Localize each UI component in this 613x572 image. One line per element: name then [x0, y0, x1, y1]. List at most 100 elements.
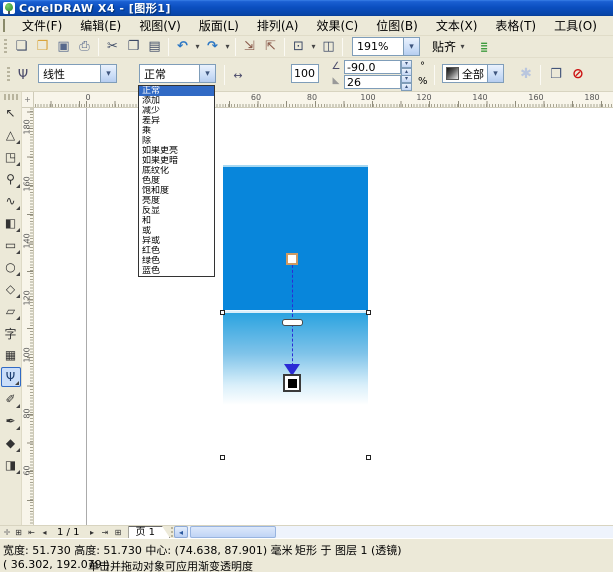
transparency-type-arrow-icon[interactable] — [100, 65, 116, 82]
transparency-start-handle[interactable] — [286, 253, 298, 265]
polygon-tool[interactable]: ◇ — [1, 279, 21, 299]
edge-pad-spin-up-icon[interactable]: ▴ — [401, 83, 412, 91]
shape-tool[interactable]: △ — [1, 125, 21, 145]
print-button[interactable]: ⎙ — [75, 38, 94, 56]
transparency-target-combo[interactable]: 全部 — [442, 64, 504, 83]
dropdown-item[interactable]: 红色 — [139, 246, 214, 256]
paste-button[interactable]: ▤ — [145, 38, 164, 56]
menu-item-effects[interactable]: 效果(C) — [307, 15, 367, 37]
edge-pad-field[interactable] — [344, 75, 401, 89]
new-button[interactable]: ❏ — [12, 38, 31, 56]
interactive-fill-tool[interactable]: ◨ — [1, 455, 21, 475]
freeze-transparency-icon[interactable]: ✱ — [516, 64, 536, 84]
dropdown-item[interactable]: 蓝色 — [139, 266, 214, 276]
dropdown-item[interactable]: 添加 — [139, 96, 214, 106]
fill-tool[interactable]: ◆ — [1, 433, 21, 453]
transparency-operation-combo[interactable]: 正常 — [139, 64, 216, 83]
welcome-screen-button[interactable]: ◫ — [319, 38, 338, 56]
pick-tool[interactable]: ↖ — [1, 103, 21, 123]
dropdown-item[interactable]: 乘 — [139, 126, 214, 136]
redo-button[interactable]: ↷ — [203, 38, 222, 56]
edit-transparency-icon[interactable]: Ψ — [13, 65, 33, 85]
transparency-target-arrow-icon[interactable] — [487, 65, 503, 82]
blue-rectangle[interactable] — [223, 165, 368, 312]
crop-tool[interactable]: ◳ — [1, 147, 21, 167]
vertical-ruler[interactable]: 1801601401201008060 — [22, 108, 34, 525]
dropdown-item[interactable]: 色度 — [139, 176, 214, 186]
transparency-type-combo[interactable]: 线性 — [38, 64, 117, 83]
redo-caret-icon[interactable] — [223, 38, 232, 56]
dropdown-item[interactable]: 减少 — [139, 106, 214, 116]
dropdown-item[interactable]: 亮度 — [139, 196, 214, 206]
drawing-scale-icon[interactable]: ✛ — [2, 528, 12, 537]
selection-handle-top-left[interactable] — [220, 310, 225, 315]
add-page-after-button[interactable]: ⊞ — [111, 528, 124, 537]
zoom-combo-arrow-icon[interactable] — [403, 38, 419, 55]
text-tool[interactable]: 字 — [1, 323, 21, 343]
copy-button[interactable]: ❐ — [124, 38, 143, 56]
copy-transparency-icon[interactable]: ❐ — [546, 64, 566, 84]
midpoint-value-field[interactable] — [291, 64, 319, 83]
menu-item-edit[interactable]: 编辑(E) — [71, 15, 130, 37]
dropdown-item[interactable]: 反显 — [139, 206, 214, 216]
zoom-tool[interactable]: ⚲ — [1, 169, 21, 189]
last-page-button[interactable]: ⇥ — [98, 528, 111, 537]
cut-button[interactable]: ✂ — [103, 38, 122, 56]
dropdown-item[interactable]: 如果更亮 — [139, 146, 214, 156]
menu-item-view[interactable]: 视图(V) — [130, 15, 190, 37]
dropdown-item[interactable]: 饱和度 — [139, 186, 214, 196]
export-button[interactable]: ⇱ — [261, 38, 280, 56]
selection-handle-bottom-left[interactable] — [220, 455, 225, 460]
zoom-level-combo[interactable]: 191% — [352, 37, 420, 56]
selection-handle-top-right[interactable] — [366, 310, 371, 315]
menu-item-bitmaps[interactable]: 位图(B) — [367, 15, 427, 37]
dropdown-item[interactable]: 底纹化 — [139, 166, 214, 176]
dropdown-item[interactable]: 除 — [139, 136, 214, 146]
dropdown-item[interactable]: 或 — [139, 226, 214, 236]
rectangle-tool[interactable]: ▭ — [1, 235, 21, 255]
dropdown-item[interactable]: 和 — [139, 216, 214, 226]
app-launcher-caret-icon[interactable] — [309, 38, 318, 56]
menu-item-file[interactable]: 文件(F) — [13, 15, 71, 37]
snap-to-button[interactable]: 贴齐 — [430, 38, 458, 55]
scroll-left-button[interactable]: ◂ — [174, 526, 188, 538]
smart-fill-tool[interactable]: ◧ — [1, 213, 21, 233]
dropdown-item[interactable]: 正常 — [139, 86, 214, 96]
menu-item-tools[interactable]: 工具(O) — [545, 15, 606, 37]
menu-item-window[interactable]: 窗口(W) — [606, 15, 613, 37]
dropdown-item[interactable]: 绿色 — [139, 256, 214, 266]
prev-page-button[interactable]: ◂ — [38, 528, 51, 537]
basic-shapes-tool[interactable]: ▱ — [1, 301, 21, 321]
edge-pad-spin-down-icon[interactable]: ▾ — [401, 75, 412, 83]
app-icon[interactable] — [3, 2, 15, 14]
table-tool[interactable]: ▦ — [1, 345, 21, 365]
save-button[interactable]: ▣ — [54, 38, 73, 56]
menu-item-layout[interactable]: 版面(L) — [190, 15, 248, 37]
dropdown-item[interactable]: 如果更暗 — [139, 156, 214, 166]
ellipse-tool[interactable]: ○ — [1, 257, 21, 277]
property-bar-grip[interactable] — [5, 67, 12, 83]
snap-to-caret-icon[interactable] — [458, 38, 467, 56]
toolbar-grip[interactable] — [2, 39, 9, 55]
first-page-button[interactable]: ⇤ — [25, 528, 38, 537]
dropdown-item[interactable]: 异或 — [139, 236, 214, 246]
page-tab[interactable]: 页 1 — [128, 526, 170, 538]
no-transparency-icon[interactable]: ⊘ — [568, 64, 588, 84]
drawing-canvas[interactable] — [34, 108, 613, 525]
horizontal-scrollbar-track[interactable] — [188, 526, 613, 538]
next-page-button[interactable]: ▸ — [85, 528, 98, 537]
toolbox-grip[interactable] — [4, 94, 18, 100]
document-window-icon[interactable] — [3, 19, 5, 32]
eyedropper-tool[interactable]: ✐ — [1, 389, 21, 409]
menu-item-table[interactable]: 表格(T) — [486, 15, 545, 37]
dropdown-item[interactable]: 差异 — [139, 116, 214, 126]
freehand-tool[interactable]: ∿ — [1, 191, 21, 211]
menu-item-arrange[interactable]: 排列(A) — [248, 15, 308, 37]
import-button[interactable]: ⇲ — [240, 38, 259, 56]
options-icon[interactable]: ≣ — [480, 40, 488, 54]
add-page-before-button[interactable]: ⊞ — [12, 528, 25, 537]
transparency-operation-arrow-icon[interactable] — [199, 65, 215, 82]
open-button[interactable]: ❒ — [33, 38, 52, 56]
horizontal-ruler[interactable]: 06080100120140160180 — [34, 92, 613, 108]
angle-spin-down-icon[interactable]: ▾ — [401, 60, 412, 68]
